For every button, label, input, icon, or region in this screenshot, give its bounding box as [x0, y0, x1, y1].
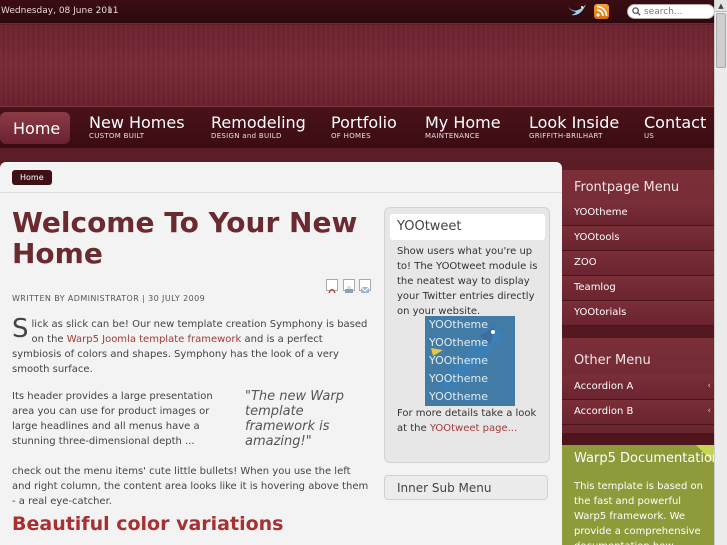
nav-item-label: Portfolio	[331, 113, 397, 132]
main-nav: Home New Homes CUSTOM BUILT Remodeling D…	[0, 106, 714, 148]
svg-text:YOOtheme: YOOtheme	[428, 318, 488, 331]
chevron-left-icon: ‹	[707, 406, 711, 416]
sidebar-item-label: YOOtorials	[574, 307, 627, 318]
sidebar-item-accordion-a[interactable]: Accordion A ‹	[562, 375, 714, 400]
warp5-framework-link[interactable]: Warp5 Joomla template framework	[67, 334, 242, 345]
sidebar-item-yootheme[interactable]: YOOtheme	[562, 201, 714, 226]
twitter-bird-icon[interactable]	[567, 3, 587, 19]
sidebar-item-zoo[interactable]: ZOO	[562, 251, 714, 276]
vertical-scrollbar[interactable]: ▲	[714, 0, 727, 545]
svg-text:YOOtheme: YOOtheme	[428, 372, 488, 385]
module-more-text: For more details take a look at the YOOt…	[397, 406, 545, 436]
nav-item-label: Home	[13, 119, 61, 138]
module-text: This template is based on the fast and p…	[574, 481, 703, 545]
sidebar-item-label: ZOO	[574, 257, 597, 268]
nav-item-sublabel: OF HOMES	[331, 132, 371, 140]
pdf-icon[interactable]	[326, 279, 338, 294]
breadcrumb[interactable]: Home	[12, 170, 52, 185]
svg-text:YOOtheme: YOOtheme	[428, 336, 488, 349]
sidebar-item-teamlog[interactable]: Teamlog	[562, 276, 714, 301]
section-heading: Beautiful color variations	[12, 513, 284, 535]
nav-item-label: Remodeling	[211, 113, 306, 132]
pull-quote: "The new Warp template framework is amaz…	[245, 389, 344, 449]
yootheme-bird-logo: YOOtheme YOOtheme YOOtheme YOOtheme YOOt…	[425, 316, 515, 406]
search-box[interactable]	[627, 4, 715, 19]
sidebar-item-label: YOOtheme	[574, 207, 628, 218]
nav-item-sublabel: GRIFFITH-BRILHART	[529, 132, 603, 140]
sidebar-item-yootorials[interactable]: YOOtorials	[562, 301, 714, 326]
nav-item-sublabel: CUSTOM BUILT	[89, 132, 145, 140]
nav-item-sublabel: US	[644, 132, 655, 140]
intro-paragraph: Slick as slick can be! Our new template …	[12, 314, 370, 377]
module-text: Show users what you're up to! The YOOtwe…	[397, 246, 538, 317]
top-bar: Wednesday, 08 June 2011	[0, 0, 727, 24]
rss-icon[interactable]	[594, 4, 609, 19]
nav-item-sublabel: MAINTENANCE	[425, 132, 480, 140]
page-title: Welcome To Your New Home	[12, 206, 358, 270]
header-banner	[0, 25, 714, 105]
chevron-left-icon: ‹	[707, 381, 711, 391]
search-input[interactable]	[644, 6, 712, 17]
module-title: YOOtweet	[390, 214, 545, 240]
sidebar-item-accordion-b[interactable]: Accordion B ‹	[562, 400, 714, 425]
sidebar-item-label: YOOtools	[574, 232, 620, 243]
scroll-up-arrow-icon[interactable]: ▲	[715, 0, 727, 12]
other-menu-title: Other Menu	[574, 353, 651, 368]
dropcap: S	[12, 314, 29, 344]
yootweet-module: YOOtweet Show users what you're up to! T…	[384, 207, 550, 463]
nav-item-sublabel: DESIGN and BUILD	[211, 132, 282, 140]
nav-item-home[interactable]: Home	[0, 112, 70, 144]
yootweet-page-link[interactable]: YOOtweet page...	[430, 423, 517, 434]
nav-item-label: New Homes	[89, 113, 185, 132]
module-title: Warp5 Documentation	[574, 451, 714, 466]
nav-item-label: My Home	[425, 113, 501, 132]
breadcrumb-divider	[0, 192, 562, 193]
date-separator-icon	[108, 8, 112, 12]
date-label: Wednesday, 08 June 2011	[1, 6, 119, 16]
body-paragraph: Its header provides a large presentation…	[12, 391, 213, 447]
sidebar-item-label: Accordion B	[574, 406, 634, 417]
sidebar-item-label: Teamlog	[574, 282, 616, 293]
sidebar-item-yootools[interactable]: YOOtools	[562, 226, 714, 251]
article-meta: WRITTEN BY ADMINISTRATOR | 30 JULY 2009	[12, 294, 206, 303]
body-paragraph: check out the menu items' cute little bu…	[12, 466, 369, 507]
svg-text:YOOtheme: YOOtheme	[428, 390, 488, 403]
sidebar-item-label: Accordion A	[574, 381, 634, 392]
email-icon[interactable]	[359, 279, 371, 293]
frontpage-menu-title: Frontpage Menu	[574, 180, 680, 195]
svg-text:YOOtheme: YOOtheme	[428, 354, 488, 367]
warp5-documentation-module: Warp5 Documentation This template is bas…	[562, 445, 714, 545]
scroll-thumb[interactable]	[716, 13, 726, 68]
inner-sub-menu-module[interactable]: Inner Sub Menu	[384, 475, 548, 500]
print-icon[interactable]	[343, 279, 355, 293]
search-icon[interactable]	[632, 7, 641, 16]
nav-item-label: Look Inside	[529, 113, 620, 132]
nav-item-label: Contact	[644, 113, 707, 132]
